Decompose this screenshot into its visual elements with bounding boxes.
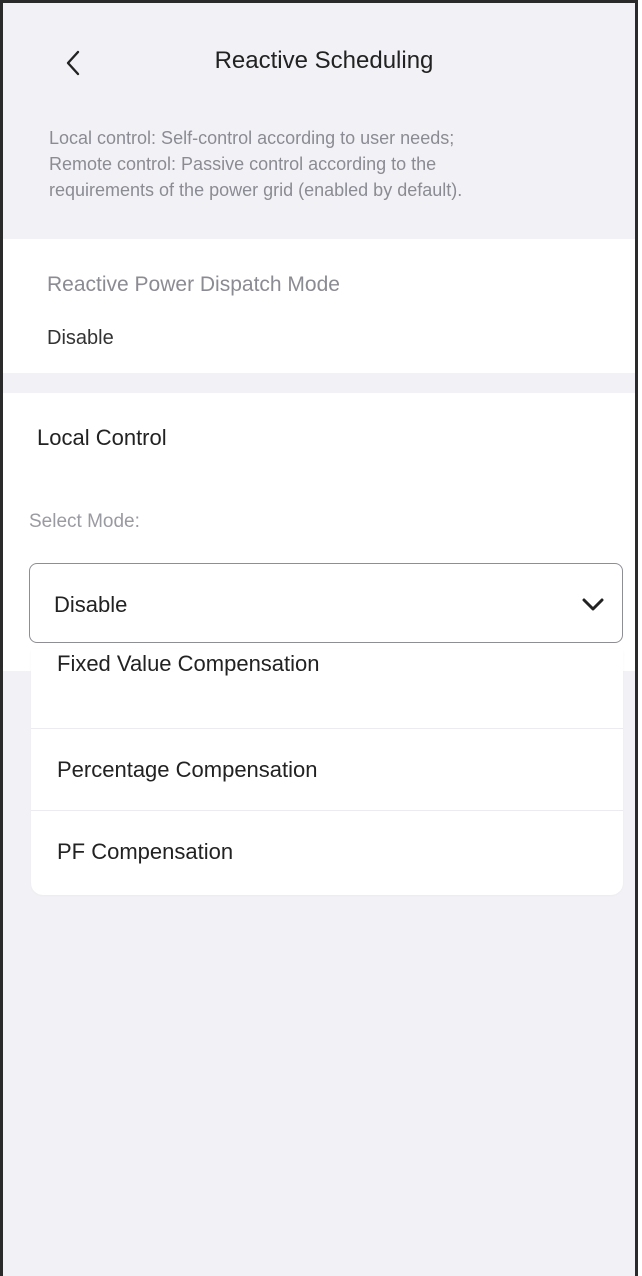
local-control-title: Local Control [37,425,167,450]
select-mode-label: Select Mode: [29,511,140,532]
dispatch-mode-card: Reactive Power Dispatch Mode Disable [3,239,635,373]
phone-screen: Reactive Scheduling Local control: Self-… [0,0,638,1276]
info-line: Remote control: Passive control accordin… [49,154,437,174]
info-line: requirements of the power grid (enabled … [49,180,463,200]
chevron-down-icon [578,590,608,620]
info-line: Local control: Self-control according to… [49,128,455,148]
option-label: Fixed Value Compensation [57,651,320,676]
header: Reactive Scheduling [3,3,635,113]
dispatch-mode-label: Reactive Power Dispatch Mode [47,273,340,296]
mode-dropdown-menu: Fixed Value Compensation Percentage Comp… [31,649,623,895]
option-label: Percentage Compensation [57,756,318,782]
page-title: Reactive Scheduling [214,47,434,74]
mode-select[interactable]: Disable [29,563,623,643]
mode-select-value: Disable [54,592,128,617]
info-description: Local control: Self-control according to… [49,125,609,203]
dropdown-option-percentage[interactable]: Percentage Compensation [31,729,623,811]
dropdown-option-pf[interactable]: PF Compensation [31,811,623,893]
dropdown-option-fixed-value[interactable]: Fixed Value Compensation [31,649,623,729]
dispatch-mode-value: Disable [47,327,114,349]
local-control-card: Local Control Select Mode: Disable [3,393,635,671]
option-label: PF Compensation [57,839,234,864]
